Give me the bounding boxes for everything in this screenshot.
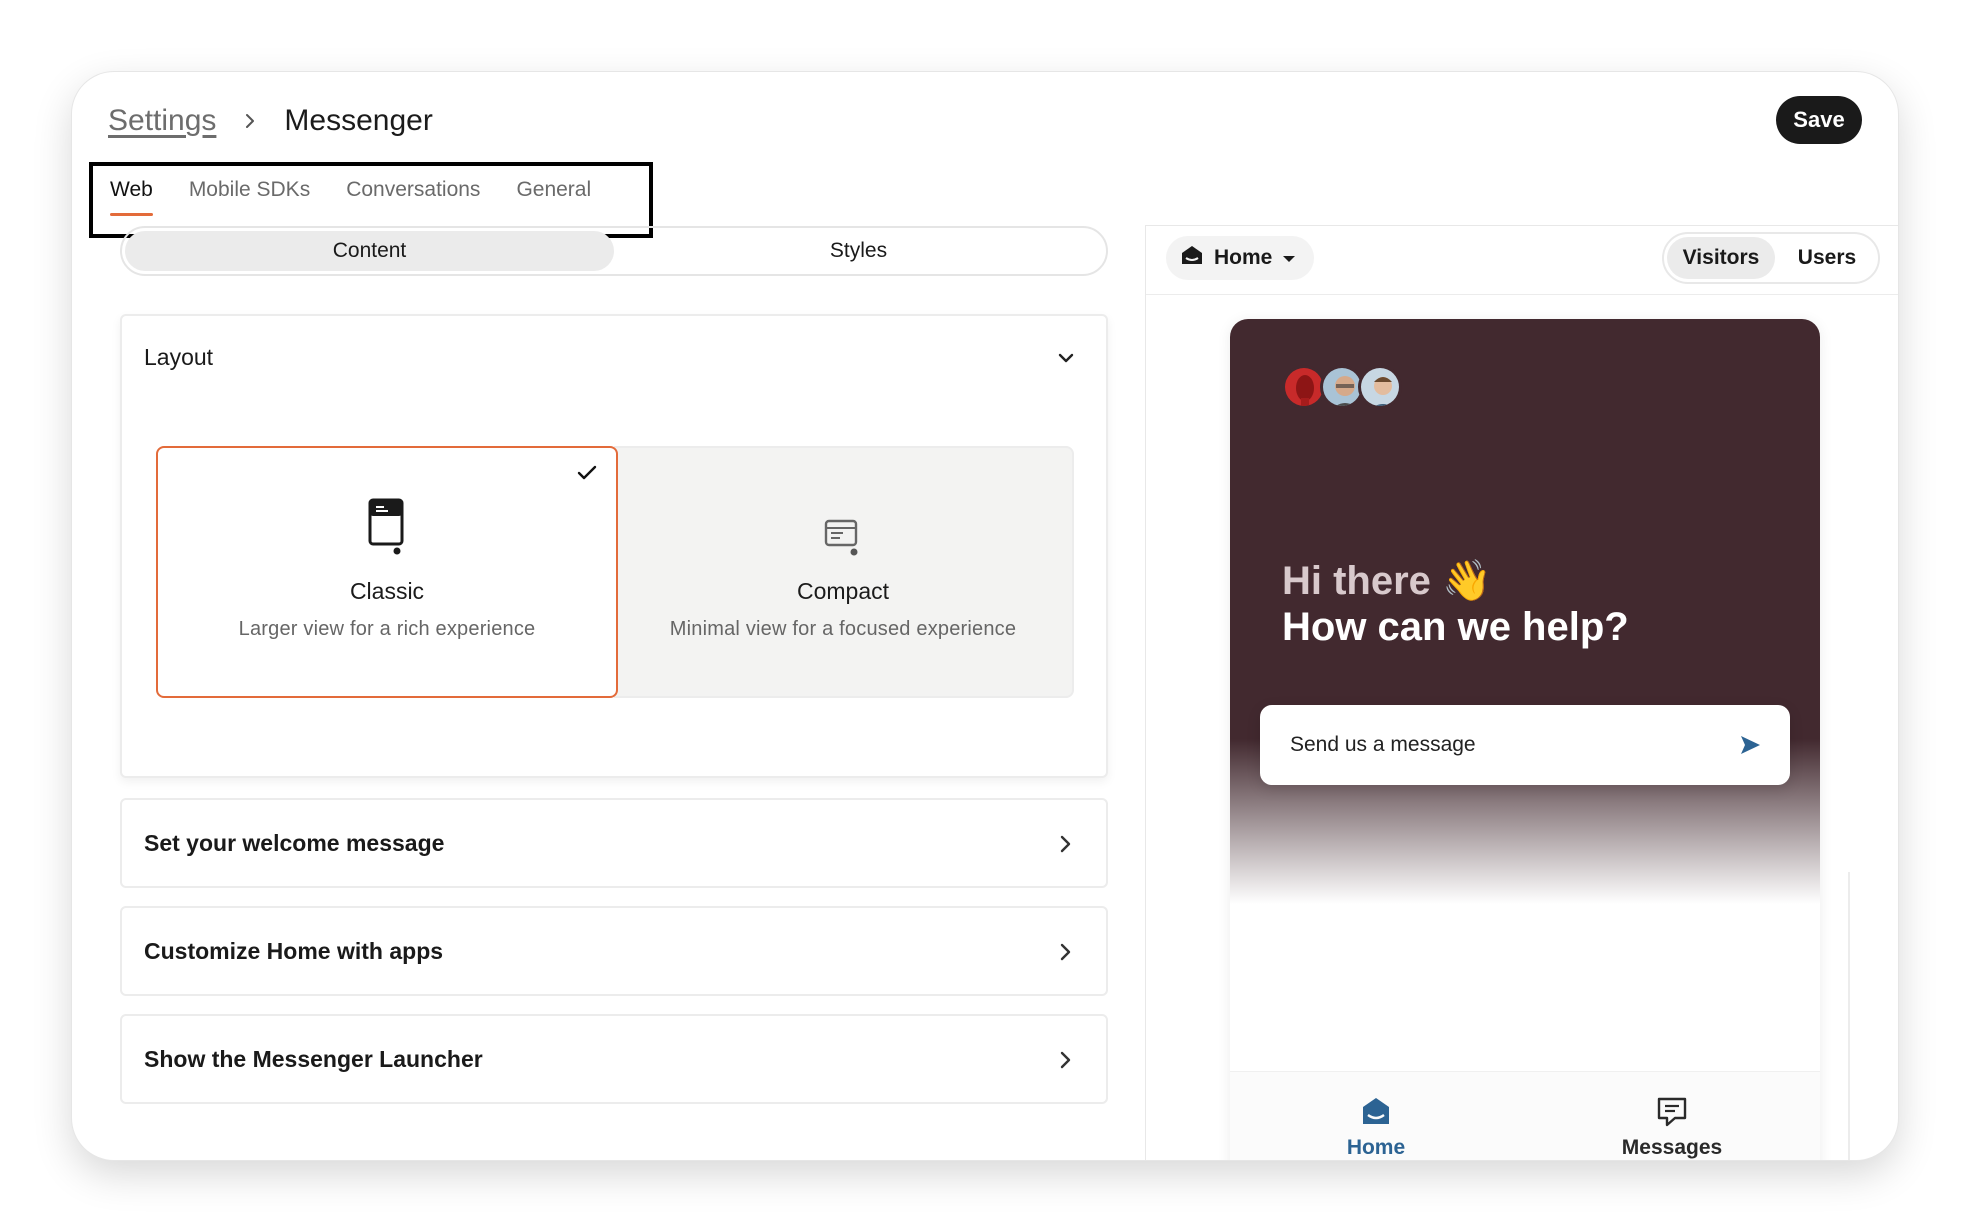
headline-text: How can we help? xyxy=(1282,605,1629,649)
caret-down-icon xyxy=(1282,246,1296,270)
section-label: Customize Home with apps xyxy=(144,937,444,964)
checkmark-icon xyxy=(574,460,600,486)
content-styles-toggle: Content Styles xyxy=(120,226,1108,276)
chevron-right-icon xyxy=(1052,831,1078,857)
home-icon xyxy=(1359,1094,1393,1128)
greeting-text: Hi there 👋 xyxy=(1282,559,1492,603)
home-icon xyxy=(1180,244,1204,272)
compact-layout-icon xyxy=(823,518,863,563)
send-message-box[interactable]: Send us a message xyxy=(1260,705,1790,785)
section-label: Set your welcome message xyxy=(144,829,445,856)
panel-divider xyxy=(1145,226,1146,1160)
save-button[interactable]: Save xyxy=(1776,96,1862,144)
classic-title: Classic xyxy=(349,578,425,604)
section-label: Show the Messenger Launcher xyxy=(144,1045,483,1072)
section-customize-home[interactable]: Customize Home with apps xyxy=(120,906,1108,996)
messenger-settings-window: Settings Messenger Save Web Mobile SDKs … xyxy=(72,72,1898,1160)
messenger-preview: Hi there 👋 How can we help? Send us a me… xyxy=(1230,319,1820,1160)
layout-option-compact[interactable]: Compact Minimal view for a focused exper… xyxy=(614,446,1074,698)
nav-home[interactable]: Home xyxy=(1296,1094,1456,1160)
send-message-label: Send us a message xyxy=(1290,733,1476,756)
chevron-right-icon xyxy=(236,107,264,135)
nav-home-label: Home xyxy=(1346,1136,1406,1159)
compact-description: Minimal view for a focused experience xyxy=(669,618,1017,640)
nav-messages-label: Messages xyxy=(1621,1136,1723,1159)
preview-toolbar-divider xyxy=(1146,294,1898,295)
preview-scrollbar[interactable] xyxy=(1848,872,1850,1160)
audience-users[interactable]: Users xyxy=(1779,237,1875,279)
section-messenger-launcher[interactable]: Show the Messenger Launcher xyxy=(120,1014,1108,1104)
send-icon[interactable] xyxy=(1738,733,1762,757)
tab-conversations[interactable]: Conversations xyxy=(346,172,480,216)
page-title: Messenger xyxy=(284,104,433,137)
segment-content[interactable]: Content xyxy=(125,231,614,271)
breadcrumb-settings-link[interactable]: Settings xyxy=(108,104,216,138)
team-avatars xyxy=(1282,365,1402,409)
messages-icon xyxy=(1655,1094,1689,1128)
classic-layout-icon xyxy=(367,498,407,561)
layout-title: Layout xyxy=(144,344,214,370)
segment-styles[interactable]: Styles xyxy=(614,231,1103,271)
avatar xyxy=(1358,365,1402,409)
nav-messages[interactable]: Messages xyxy=(1592,1094,1752,1160)
compact-title: Compact xyxy=(796,578,890,604)
layout-options: Classic Larger view for a rich experienc… xyxy=(156,446,1074,698)
messenger-bottom-nav: Home Messages xyxy=(1230,1071,1820,1160)
layout-card: Layout Classic Larger view for a rich ex… xyxy=(120,314,1108,778)
audience-visitors[interactable]: Visitors xyxy=(1667,237,1775,279)
audience-toggle: Visitors Users xyxy=(1662,232,1880,284)
tab-mobile-sdks[interactable]: Mobile SDKs xyxy=(189,172,310,216)
breadcrumb: Settings Messenger xyxy=(108,104,433,138)
chevron-right-icon xyxy=(1052,939,1078,965)
layout-option-classic[interactable]: Classic Larger view for a rich experienc… xyxy=(156,446,618,698)
classic-description: Larger view for a rich experience xyxy=(238,618,536,640)
chevron-right-icon xyxy=(1052,1047,1078,1073)
dropdown-label: Home xyxy=(1214,246,1273,269)
settings-tabs: Web Mobile SDKs Conversations General xyxy=(110,172,591,216)
tab-general[interactable]: General xyxy=(516,172,591,216)
header-divider xyxy=(1145,225,1898,226)
preview-page-dropdown[interactable]: Home xyxy=(1166,236,1314,280)
section-welcome-message[interactable]: Set your welcome message xyxy=(120,798,1108,888)
chevron-down-icon[interactable] xyxy=(1052,344,1080,372)
tab-web[interactable]: Web xyxy=(110,172,153,216)
